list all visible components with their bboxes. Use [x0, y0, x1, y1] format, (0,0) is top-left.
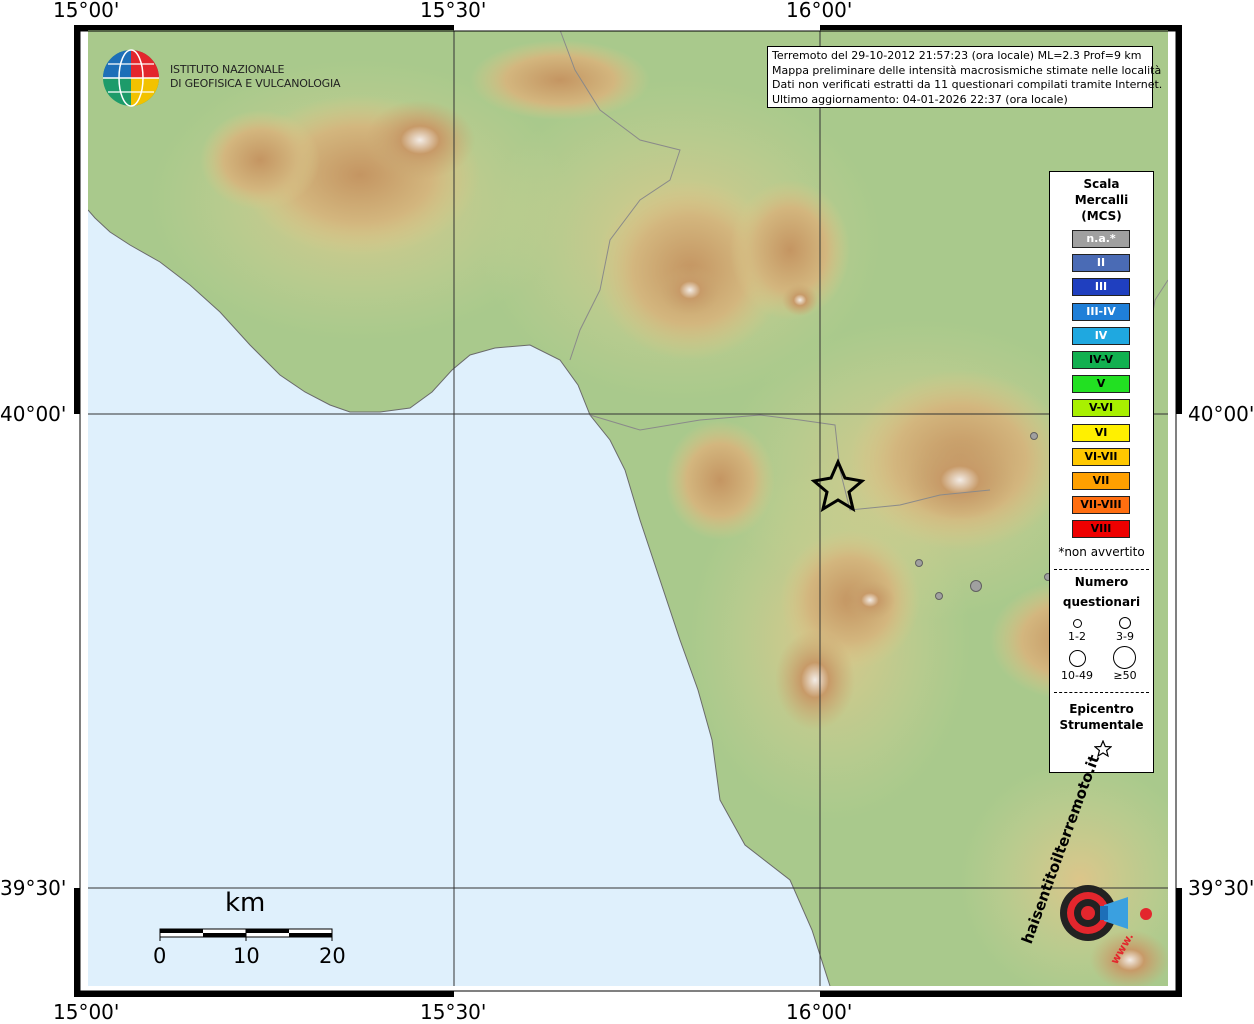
event-info-line4: Ultimo aggiornamento: 04-01-2026 22:37 (…: [772, 92, 1068, 106]
questionari-3-9-icon: [1119, 617, 1131, 629]
mcs-scale-item: III: [1072, 278, 1130, 297]
legend-separator: [1054, 569, 1149, 570]
mcs-scale-item: VII: [1072, 472, 1130, 490]
scale-bar-unit: km: [225, 888, 266, 918]
mcs-scale-item: IV: [1072, 326, 1130, 345]
scale-bar-tick-10: 10: [233, 944, 260, 968]
questionari-title-1: Numero: [1074, 575, 1129, 589]
questionari-1-2-icon: [1073, 619, 1082, 628]
legend-title-1: Scala: [1083, 177, 1120, 191]
questionari-1-2-label: 1-2: [1068, 630, 1086, 643]
coord-right-40-00: 40°00': [1188, 402, 1254, 426]
coord-right-39-30: 39°30': [1188, 876, 1254, 900]
coord-bottom-16-00: 16°00': [786, 1000, 853, 1024]
intensity-legend: Scala Mercalli (MCS) n.a.* II III III-IV IV I…: [1049, 171, 1154, 773]
ingv-logo-text: ISTITUTO NAZIONALE DI GEOFISICA E VULCAN…: [170, 63, 341, 91]
mcs-scale-item: V: [1072, 375, 1130, 394]
epicentro-title-2: Strumentale: [1059, 718, 1144, 732]
questionnaire-point: [970, 580, 982, 592]
event-info-line1: Terremoto del 29-10-2012 21:57:23 (ora l…: [772, 49, 1142, 62]
legend-title-3: (MCS): [1081, 209, 1122, 223]
questionari-50-label: ≥50: [1113, 669, 1137, 682]
mcs-scale-item: II: [1072, 254, 1130, 273]
legend-title-2: Mercalli: [1074, 193, 1129, 207]
mcs-scale-item: VI-VII: [1072, 447, 1130, 466]
ingv-logo-icon: [103, 49, 159, 107]
event-info-box: Terremoto del 29-10-2012 21:57:23 (ora l…: [767, 46, 1163, 108]
questionari-title-2: questionari: [1062, 595, 1141, 609]
ingv-line2: DI GEOFISICA E VULCANOLOGIA: [170, 77, 341, 90]
questionari-10-49-icon: [1069, 650, 1086, 667]
epicentro-star-icon: [1094, 740, 1112, 758]
mcs-scale-item: III-IV: [1072, 302, 1130, 321]
coord-top-15-30: 15°30': [420, 0, 487, 22]
questionnaire-point: [935, 592, 943, 600]
questionari-3-9-label: 3-9: [1116, 630, 1134, 643]
mcs-scale-item: IV-V: [1072, 351, 1130, 369]
mcs-scale-item: VII-VIII: [1072, 496, 1130, 515]
event-info-line3: Dati non verificati estratti da 11 quest…: [772, 78, 1163, 91]
legend-separator: [1054, 692, 1149, 693]
coord-left-39-30: 39°30': [0, 876, 67, 900]
coord-bottom-15-30: 15°30': [420, 1000, 487, 1024]
questionari-10-49-label: 10-49: [1061, 669, 1093, 682]
mcs-scale-item: V-VI: [1072, 399, 1130, 418]
scale-bar-tick-0: 0: [153, 944, 167, 968]
event-info-line2: Mappa preliminare delle intensità macros…: [772, 63, 1162, 77]
questionari-50-icon: [1113, 646, 1136, 669]
scale-bar-tick-20: 20: [319, 944, 346, 968]
mcs-scale-item: n.a.*: [1072, 230, 1130, 248]
coord-left-40-00: 40°00': [0, 402, 67, 426]
coord-top-15-00: 15°00': [53, 0, 120, 22]
coord-top-16-00: 16°00': [786, 0, 853, 22]
legend-note: *non avvertito: [1058, 545, 1145, 559]
mcs-scale-item: VI: [1072, 423, 1130, 442]
ingv-line1: ISTITUTO NAZIONALE: [170, 63, 285, 76]
mcs-scale-item: VIII: [1072, 520, 1130, 539]
epicentro-title-1: Epicentro: [1069, 702, 1134, 716]
questionnaire-point: [915, 559, 923, 567]
coord-bottom-15-00: 15°00': [53, 1000, 120, 1024]
questionnaire-point: [1030, 432, 1038, 440]
